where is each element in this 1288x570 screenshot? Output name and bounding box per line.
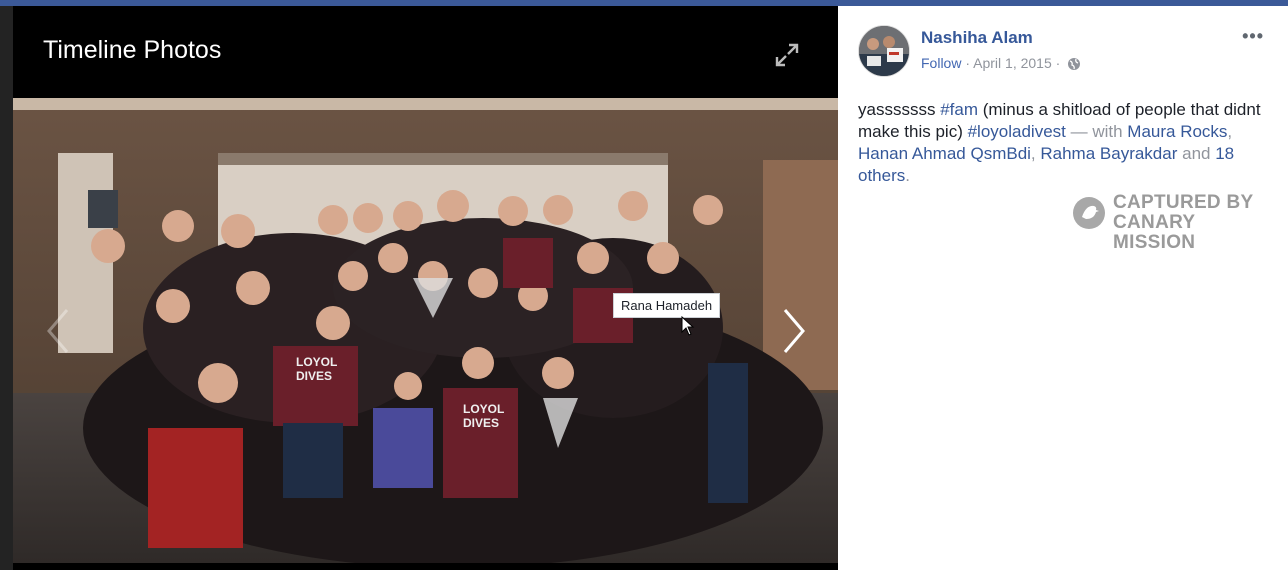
shirt-text: LOYOL <box>296 355 337 369</box>
caption-and-text: and <box>1177 144 1216 163</box>
caption-period: . <box>905 166 910 185</box>
watermark-line: CANARY MISSION <box>1113 212 1196 253</box>
photo-viewer: Timeline Photos LOYOL DIVES LOYOL DIVES … <box>13 6 838 570</box>
watermark-text: CAPTURED BY CANARY MISSION <box>1113 193 1282 253</box>
group-photo[interactable]: LOYOL DIVES LOYOL DIVES <box>13 98 838 563</box>
caption-separator: , <box>1030 144 1041 163</box>
viewer-footer <box>13 563 838 570</box>
backdrop <box>0 6 13 570</box>
more-options-icon[interactable]: ••• <box>1242 26 1264 47</box>
watermark-line: CAPTURED BY <box>1113 192 1254 213</box>
fullscreen-expand-icon[interactable] <box>774 42 800 68</box>
shirt-text: DIVES <box>296 369 332 383</box>
tagged-person-link[interactable]: Rahma Bayrakdar <box>1040 144 1177 163</box>
next-photo-arrow-icon[interactable] <box>779 306 809 356</box>
tagged-person-link[interactable]: Maura Rocks <box>1127 122 1227 141</box>
post-date[interactable]: April 1, 2015 <box>973 55 1052 71</box>
shirt-text: LOYOL <box>463 402 504 416</box>
viewer-title: Timeline Photos <box>43 36 222 64</box>
previous-photo-arrow-icon[interactable] <box>43 306 73 356</box>
meta-separator: · <box>1051 55 1065 71</box>
canary-bird-icon <box>1073 197 1105 229</box>
meta-separator: · <box>961 55 974 71</box>
caption-with-text: — with <box>1065 122 1128 141</box>
hashtag-link[interactable]: #fam <box>940 100 978 119</box>
follow-link[interactable]: Follow <box>921 55 961 71</box>
photo-tag-label[interactable]: Rana Hamadeh <box>613 293 721 318</box>
post-author-name[interactable]: Nashiha Alam <box>921 28 1033 48</box>
post-caption: yasssssss #fam (minus a shitload of peop… <box>858 99 1263 187</box>
shirt-text: DIVES <box>463 416 499 430</box>
tagged-person-link[interactable]: Hanan Ahmad QsmBdi <box>858 144 1031 163</box>
post-meta: Follow · April 1, 2015 · <box>921 55 1081 74</box>
mouse-pointer-icon <box>681 315 695 341</box>
hashtag-link[interactable]: #loyoladivest <box>968 122 1066 141</box>
viewer-header: Timeline Photos <box>13 6 838 98</box>
globe-icon[interactable] <box>1067 57 1081 74</box>
canary-mission-watermark: CAPTURED BY CANARY MISSION <box>1072 192 1282 253</box>
avatar[interactable] <box>858 25 910 77</box>
caption-separator: , <box>1227 122 1233 141</box>
post-sidebar: Nashiha Alam Follow · April 1, 2015 · ••… <box>838 6 1288 570</box>
caption-text: yasssssss <box>858 100 941 119</box>
